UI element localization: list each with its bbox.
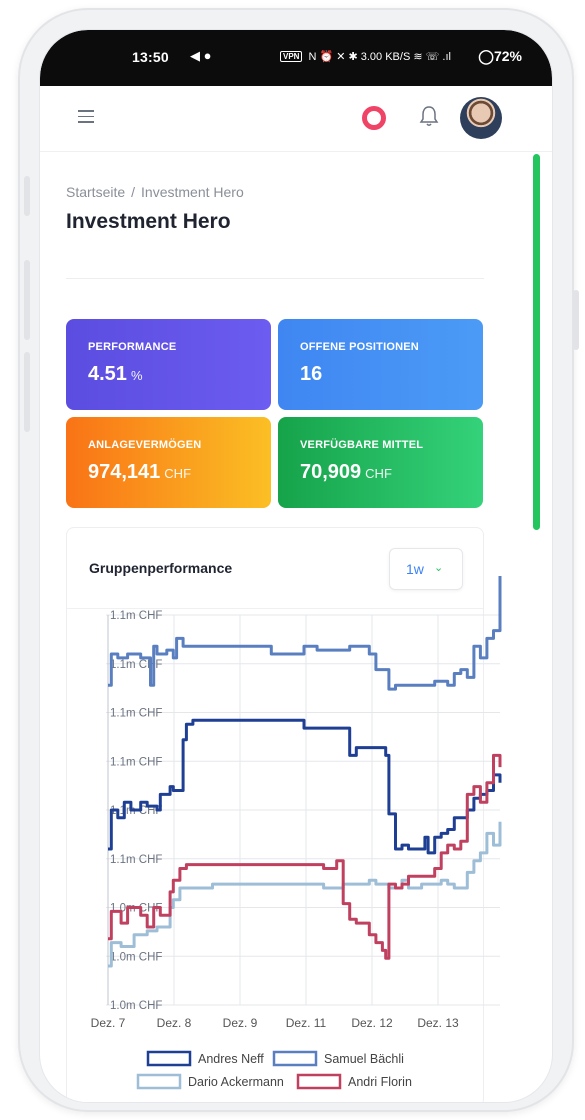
- series-line-samuel-b-chli: [108, 576, 502, 691]
- legend-swatch: [136, 1073, 182, 1090]
- phone-power-button: [573, 290, 579, 350]
- y-tick-label: 1.0m CHF: [110, 951, 162, 963]
- legend-label: Andri Florin: [348, 1075, 412, 1089]
- x-tick-label: Dez. 8: [157, 1016, 192, 1030]
- legend-label: Dario Ackermann: [188, 1075, 284, 1089]
- x-tick-label: Dez. 13: [417, 1016, 459, 1030]
- y-tick-label: 1.1m CHF: [110, 610, 162, 622]
- series-line-dario-ackermann: [108, 821, 502, 968]
- legend-label: Samuel Bächli: [324, 1052, 404, 1066]
- legend-swatch: [272, 1050, 318, 1067]
- phone-volume-button: [24, 260, 30, 340]
- legend-label: Andres Neff: [198, 1052, 264, 1066]
- performance-line-chart: 1.1m CHF1.1m CHF1.1m CHF1.1m CHF1.1m CHF…: [91, 576, 502, 1090]
- phone-volume-button: [24, 352, 30, 432]
- phone-side-button: [24, 176, 30, 216]
- y-tick-label: 1.1m CHF: [110, 708, 162, 720]
- x-tick-label: Dez. 7: [91, 1016, 126, 1030]
- legend-swatch: [146, 1050, 192, 1067]
- series-line-andres-neff: [108, 718, 502, 855]
- x-tick-label: Dez. 9: [223, 1016, 258, 1030]
- x-tick-label: Dez. 12: [351, 1016, 393, 1030]
- y-tick-label: 1.1m CHF: [110, 756, 162, 768]
- y-tick-label: 1.0m CHF: [110, 1000, 162, 1012]
- x-tick-label: Dez. 11: [286, 1016, 327, 1030]
- app-screen: 13:50 ◀ ● VPN N ⏰ ✕ ✱ 3.00 KB/S ≋ ☏ .ıl …: [40, 30, 552, 1102]
- y-tick-label: 1.1m CHF: [110, 854, 162, 866]
- legend-swatch: [296, 1073, 342, 1090]
